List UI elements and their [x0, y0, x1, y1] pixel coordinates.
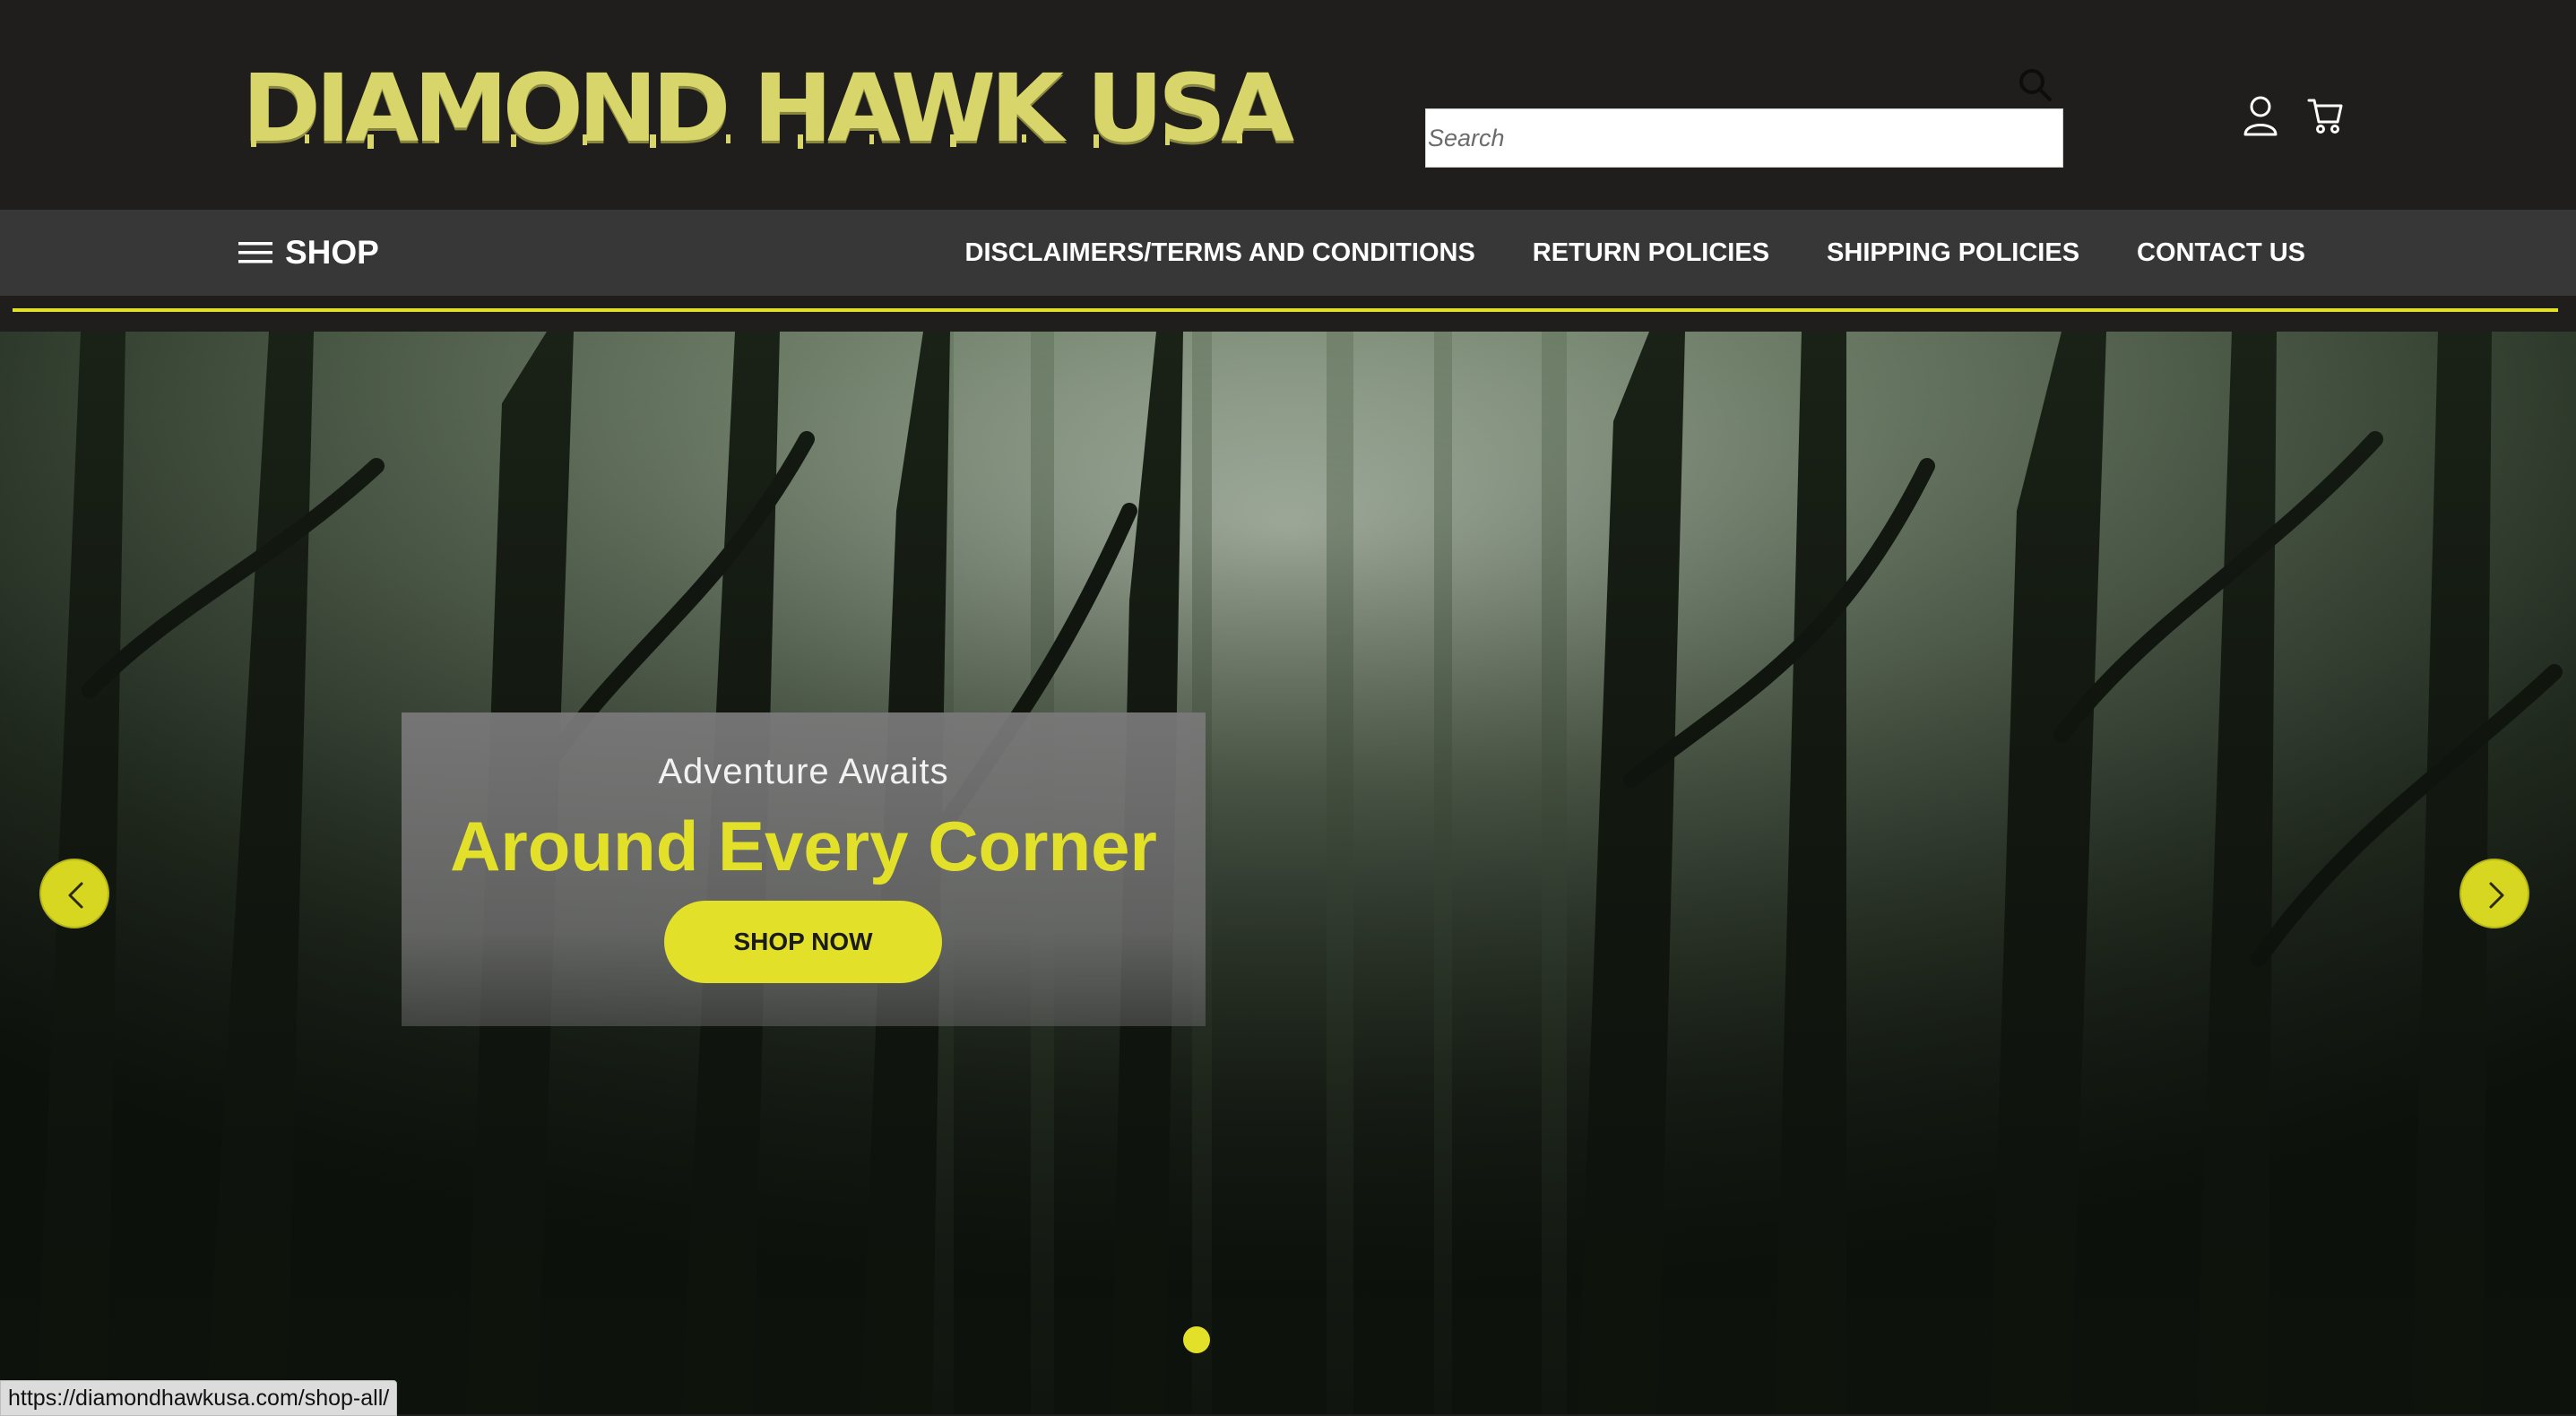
nav-links: DISCLAIMERS/TERMS AND CONDITIONS RETURN … [965, 210, 2305, 296]
shop-menu-button[interactable]: SHOP [238, 210, 379, 296]
logo-drip-decoration [251, 134, 1242, 149]
nav-link-contact-us[interactable]: CONTACT US [2137, 238, 2305, 268]
hero-carousel: Adventure Awaits Around Every Corner SHO… [0, 332, 2576, 1414]
nav-link-shipping-policies[interactable]: SHIPPING POLICIES [1827, 238, 2079, 268]
chevron-right-icon [2489, 882, 2504, 909]
shop-label: SHOP [285, 234, 379, 271]
hamburger-icon [238, 242, 272, 263]
promo-card: Adventure Awaits Around Every Corner SHO… [402, 712, 1206, 1026]
site-header: DIAMOND HAWK USA [0, 0, 2576, 210]
nav-link-return-policies[interactable]: RETURN POLICIES [1533, 238, 1769, 268]
search-icon[interactable] [2017, 66, 2053, 102]
nav-divider-band [0, 296, 2576, 332]
search-input[interactable] [1425, 108, 2063, 168]
forest-background-image [0, 332, 2576, 1414]
carousel-prev-button[interactable] [39, 859, 109, 928]
carousel-next-button[interactable] [2459, 859, 2529, 928]
promo-subtitle: Adventure Awaits [658, 752, 949, 791]
carousel-dot-active[interactable] [1183, 1326, 1210, 1353]
nav-link-disclaimers[interactable]: DISCLAIMERS/TERMS AND CONDITIONS [965, 238, 1475, 268]
accent-divider [13, 308, 2558, 312]
shop-now-button[interactable]: SHOP NOW [664, 901, 942, 983]
browser-status-url: https://diamondhawkusa.com/shop-all/ [0, 1380, 398, 1416]
account-icon[interactable] [2243, 95, 2278, 136]
promo-title: Around Every Corner [450, 807, 1157, 885]
chevron-left-icon [68, 882, 83, 909]
cart-icon[interactable] [2307, 97, 2343, 134]
main-nav: SHOP DISCLAIMERS/TERMS AND CONDITIONS RE… [0, 210, 2576, 296]
